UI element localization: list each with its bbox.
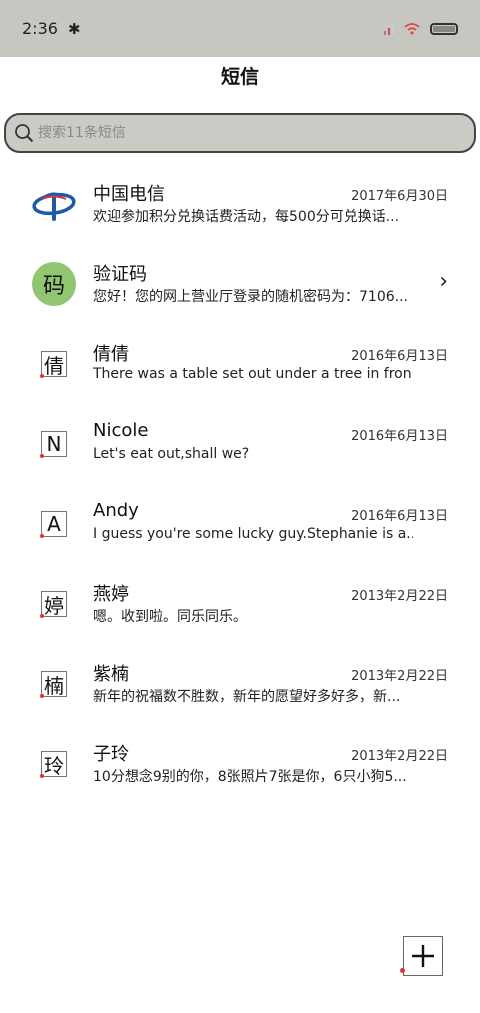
conversation-item[interactable]: 楠 紫楠 2013年2月22日 新年的祝福数不胜数，新年的愿望好多好多，新... bbox=[0, 643, 480, 723]
contact-name: 中国电信 bbox=[93, 184, 165, 205]
status-right bbox=[384, 22, 458, 35]
avatar: 楠 bbox=[40, 671, 67, 698]
search-input[interactable] bbox=[38, 125, 438, 141]
avatar: A bbox=[40, 511, 67, 538]
message-date: 2017年6月30日 bbox=[351, 189, 448, 204]
search-bar[interactable] bbox=[4, 113, 476, 153]
status-bar: 2:36 ✱ bbox=[0, 0, 480, 57]
conversation-item[interactable]: 倩 倩倩 2016年6月13日 There was a table set ou… bbox=[0, 323, 480, 403]
contact-name: 验证码 bbox=[93, 264, 147, 285]
avatar: 码 bbox=[32, 262, 76, 306]
avatar: N bbox=[40, 431, 67, 458]
message-date: 2013年2月22日 bbox=[351, 749, 448, 764]
wifi-icon bbox=[404, 22, 420, 34]
chevron-right-icon[interactable]: › bbox=[439, 269, 448, 294]
message-preview: 欢迎参加积分兑换话费活动，每500分可兑换话... bbox=[93, 209, 400, 225]
conversation-item[interactable]: 码 验证码 › 您好！您的网上营业厅登录的随机密码为：7106... bbox=[0, 243, 480, 323]
signal-icon bbox=[384, 23, 394, 35]
contact-name: Nicole bbox=[93, 420, 149, 441]
contact-name: 子玲 bbox=[93, 744, 129, 765]
message-preview: 新年的祝福数不胜数，新年的愿望好多好多，新... bbox=[93, 689, 401, 705]
avatar: 婷 bbox=[40, 591, 67, 618]
conversation-list: 中国电信 2017年6月30日 欢迎参加积分兑换话费活动，每500分可兑换话..… bbox=[0, 163, 480, 803]
message-preview: 您好！您的网上营业厅登录的随机密码为：7106... bbox=[93, 289, 408, 305]
plus-icon bbox=[412, 945, 434, 967]
message-date: 2016年6月13日 bbox=[351, 349, 448, 364]
new-message-button[interactable] bbox=[400, 936, 443, 976]
battery-icon bbox=[430, 22, 458, 35]
avatar: 倩 bbox=[40, 351, 67, 378]
contact-name: 紫楠 bbox=[93, 664, 129, 685]
message-preview: 10分想念9别的你，8张照片7张是你，6只小狗5... bbox=[93, 769, 407, 785]
status-time: 2:36 bbox=[22, 19, 58, 38]
telecom-logo-icon bbox=[32, 182, 76, 226]
message-preview: 嗯。收到啦。同乐同乐。 bbox=[93, 609, 247, 625]
conversation-item[interactable]: 婷 燕婷 2013年2月22日 嗯。收到啦。同乐同乐。 bbox=[0, 563, 480, 643]
conversation-item[interactable]: 中国电信 2017年6月30日 欢迎参加积分兑换话费活动，每500分可兑换话..… bbox=[0, 163, 480, 243]
bluetooth-icon: ✱ bbox=[67, 19, 81, 38]
message-preview: There was a table set out under a tree i… bbox=[93, 366, 413, 382]
conversation-item[interactable]: 玲 子玲 2013年2月22日 10分想念9别的你，8张照片7张是你，6只小狗5… bbox=[0, 723, 480, 803]
status-left: 2:36 ✱ bbox=[22, 19, 81, 38]
avatar: 玲 bbox=[40, 751, 67, 778]
message-date: 2016年6月13日 bbox=[351, 509, 448, 524]
page-title: 短信 bbox=[220, 66, 259, 88]
message-date: 2013年2月22日 bbox=[351, 669, 448, 684]
contact-name: Andy bbox=[93, 500, 139, 521]
message-date: 2013年2月22日 bbox=[351, 589, 448, 604]
conversation-item[interactable]: A Andy 2016年6月13日 I guess you're some lu… bbox=[0, 483, 480, 563]
search-icon bbox=[15, 124, 34, 143]
message-preview: Let's eat out,shall we? bbox=[93, 446, 250, 462]
contact-name: 燕婷 bbox=[93, 584, 129, 605]
contact-name: 倩倩 bbox=[93, 344, 129, 365]
conversation-item[interactable]: N Nicole 2016年6月13日 Let's eat out,shall … bbox=[0, 403, 480, 483]
message-preview: I guess you're some lucky guy.Stephanie … bbox=[93, 526, 413, 542]
message-date: 2016年6月13日 bbox=[351, 429, 448, 444]
